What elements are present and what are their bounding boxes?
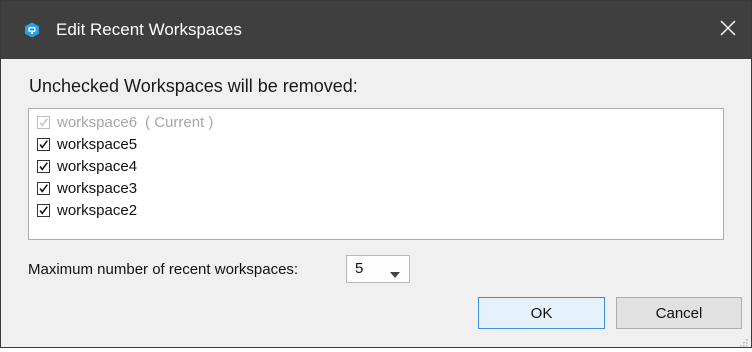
workspace-checkbox[interactable] bbox=[37, 181, 50, 195]
workspace-checkbox-disabled bbox=[37, 115, 50, 129]
workspace-item-workspace3[interactable]: workspace3 bbox=[37, 177, 137, 199]
workspace-checkbox[interactable] bbox=[37, 203, 50, 217]
workspace-item-workspace5[interactable]: workspace5 bbox=[37, 133, 137, 155]
ok-button[interactable]: OK bbox=[478, 297, 605, 329]
workspace-item-workspace6: workspace6 ( Current ) bbox=[37, 111, 213, 133]
max-recent-dropdown[interactable]: 5 bbox=[346, 255, 410, 283]
workspace-label: workspace2 bbox=[57, 201, 138, 219]
chevron-down-icon bbox=[390, 266, 400, 278]
app-logo-icon bbox=[24, 22, 40, 38]
current-workspace-tag: ( Current ) bbox=[145, 113, 214, 131]
workspace-item-workspace4[interactable]: workspace4 bbox=[37, 155, 137, 177]
workspace-label: workspace5 bbox=[57, 135, 138, 153]
close-button[interactable] bbox=[705, 1, 751, 59]
close-icon bbox=[719, 19, 737, 42]
workspace-item-workspace2[interactable]: workspace2 bbox=[37, 199, 137, 221]
resize-grip-icon[interactable] bbox=[738, 334, 748, 347]
dialog-window: Edit Recent Workspaces Unchecked Workspa… bbox=[0, 0, 752, 348]
max-recent-value: 5 bbox=[355, 260, 364, 277]
max-recent-label: Maximum number of recent workspaces: bbox=[28, 261, 299, 278]
title-bar[interactable]: Edit Recent Workspaces bbox=[1, 1, 751, 59]
workspace-label: workspace6 bbox=[57, 113, 138, 131]
cancel-button[interactable]: Cancel bbox=[616, 297, 742, 329]
dialog-heading: Unchecked Workspaces will be removed: bbox=[29, 76, 358, 96]
workspace-label: workspace3 bbox=[57, 179, 138, 197]
workspace-list: workspace6 ( Current ) workspace5 worksp… bbox=[28, 108, 724, 240]
workspace-checkbox[interactable] bbox=[37, 159, 50, 173]
dialog-title: Edit Recent Workspaces bbox=[56, 20, 242, 39]
workspace-label: workspace4 bbox=[57, 157, 138, 175]
workspace-checkbox[interactable] bbox=[37, 137, 50, 151]
